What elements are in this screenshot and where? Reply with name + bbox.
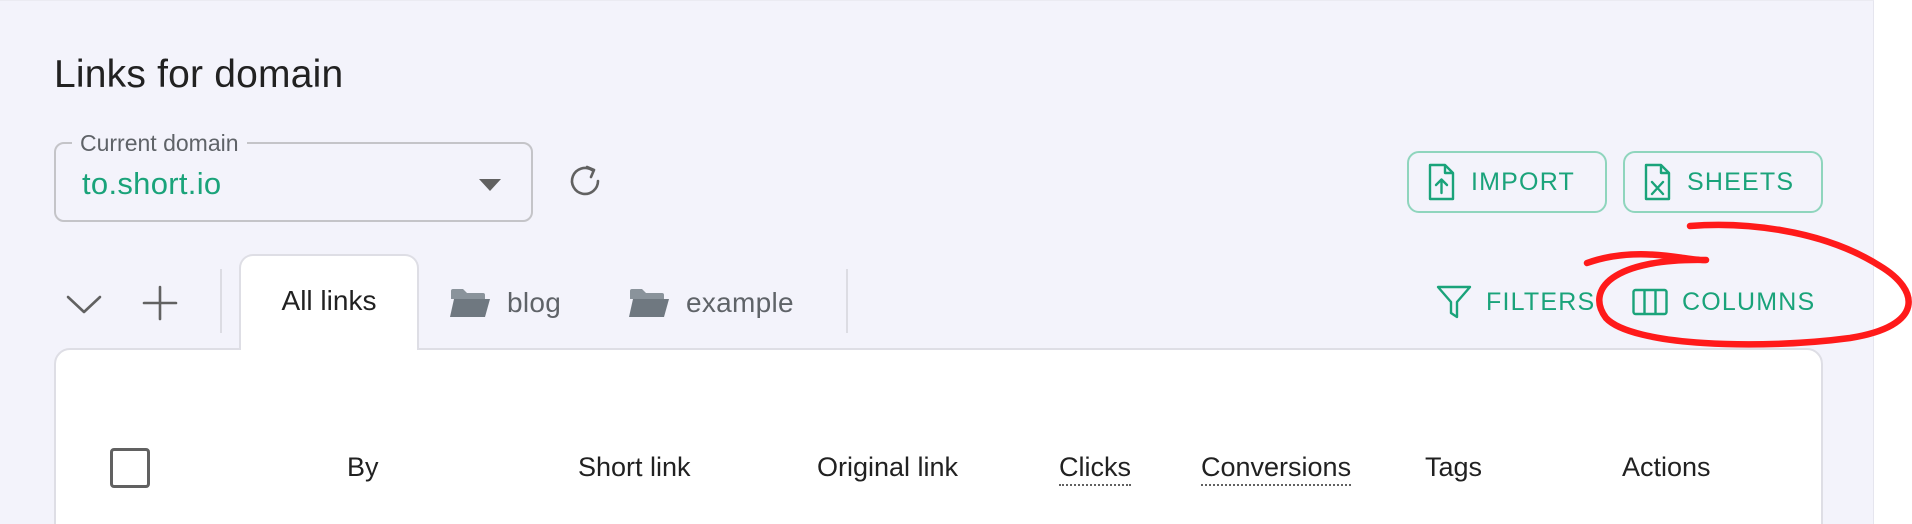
filters-button[interactable]: FILTERS bbox=[1436, 279, 1595, 325]
collapse-tabs-button[interactable] bbox=[62, 283, 106, 327]
refresh-button[interactable] bbox=[563, 159, 607, 203]
tab-divider bbox=[846, 269, 848, 333]
select-all-checkbox[interactable] bbox=[110, 448, 150, 488]
tab-example[interactable]: example bbox=[628, 281, 794, 325]
column-header-tags[interactable]: Tags bbox=[1425, 452, 1482, 483]
sheets-button[interactable]: SHEETS bbox=[1623, 151, 1823, 213]
tab-blog[interactable]: blog bbox=[449, 281, 561, 325]
sheets-button-label: SHEETS bbox=[1687, 167, 1795, 196]
dropdown-arrow-icon bbox=[479, 179, 501, 191]
main-panel: Links for domain Current domain to.short… bbox=[0, 0, 1874, 524]
domain-select-value: to.short.io bbox=[82, 166, 222, 201]
add-folder-button[interactable] bbox=[138, 281, 182, 325]
folder-icon bbox=[629, 289, 669, 317]
filters-button-label: FILTERS bbox=[1486, 287, 1596, 316]
column-header-clicks[interactable]: Clicks bbox=[1059, 452, 1131, 486]
tab-all-links-label: All links bbox=[281, 285, 377, 316]
plus-icon bbox=[142, 285, 178, 321]
spreadsheet-file-icon bbox=[1644, 163, 1671, 201]
domain-select[interactable]: Current domain to.short.io bbox=[54, 130, 533, 222]
column-header-original-link[interactable]: Original link bbox=[817, 452, 958, 483]
column-header-conversions[interactable]: Conversions bbox=[1201, 452, 1352, 486]
domain-select-label: Current domain bbox=[72, 130, 247, 157]
column-header-by[interactable]: By bbox=[347, 452, 379, 483]
column-header-short-link[interactable]: Short link bbox=[578, 452, 691, 483]
tab-divider bbox=[220, 269, 222, 333]
refresh-icon bbox=[570, 165, 600, 196]
file-upload-icon bbox=[1428, 163, 1455, 201]
column-header-actions[interactable]: Actions bbox=[1622, 452, 1711, 483]
chevron-down-icon bbox=[66, 295, 102, 314]
folder-icon bbox=[450, 289, 490, 317]
links-table: By Short link Original link Clicks Conve… bbox=[54, 348, 1823, 524]
import-button[interactable]: IMPORT bbox=[1407, 151, 1607, 213]
filter-icon bbox=[1436, 285, 1472, 319]
columns-icon bbox=[1632, 288, 1668, 316]
tab-all-links[interactable]: All links bbox=[239, 254, 419, 350]
import-button-label: IMPORT bbox=[1471, 167, 1575, 196]
page-title: Links for domain bbox=[54, 53, 344, 96]
columns-button-label: COLUMNS bbox=[1682, 287, 1816, 316]
columns-button[interactable]: COLUMNS bbox=[1632, 279, 1815, 325]
tab-blog-label: blog bbox=[507, 287, 562, 318]
tab-example-label: example bbox=[686, 287, 794, 318]
